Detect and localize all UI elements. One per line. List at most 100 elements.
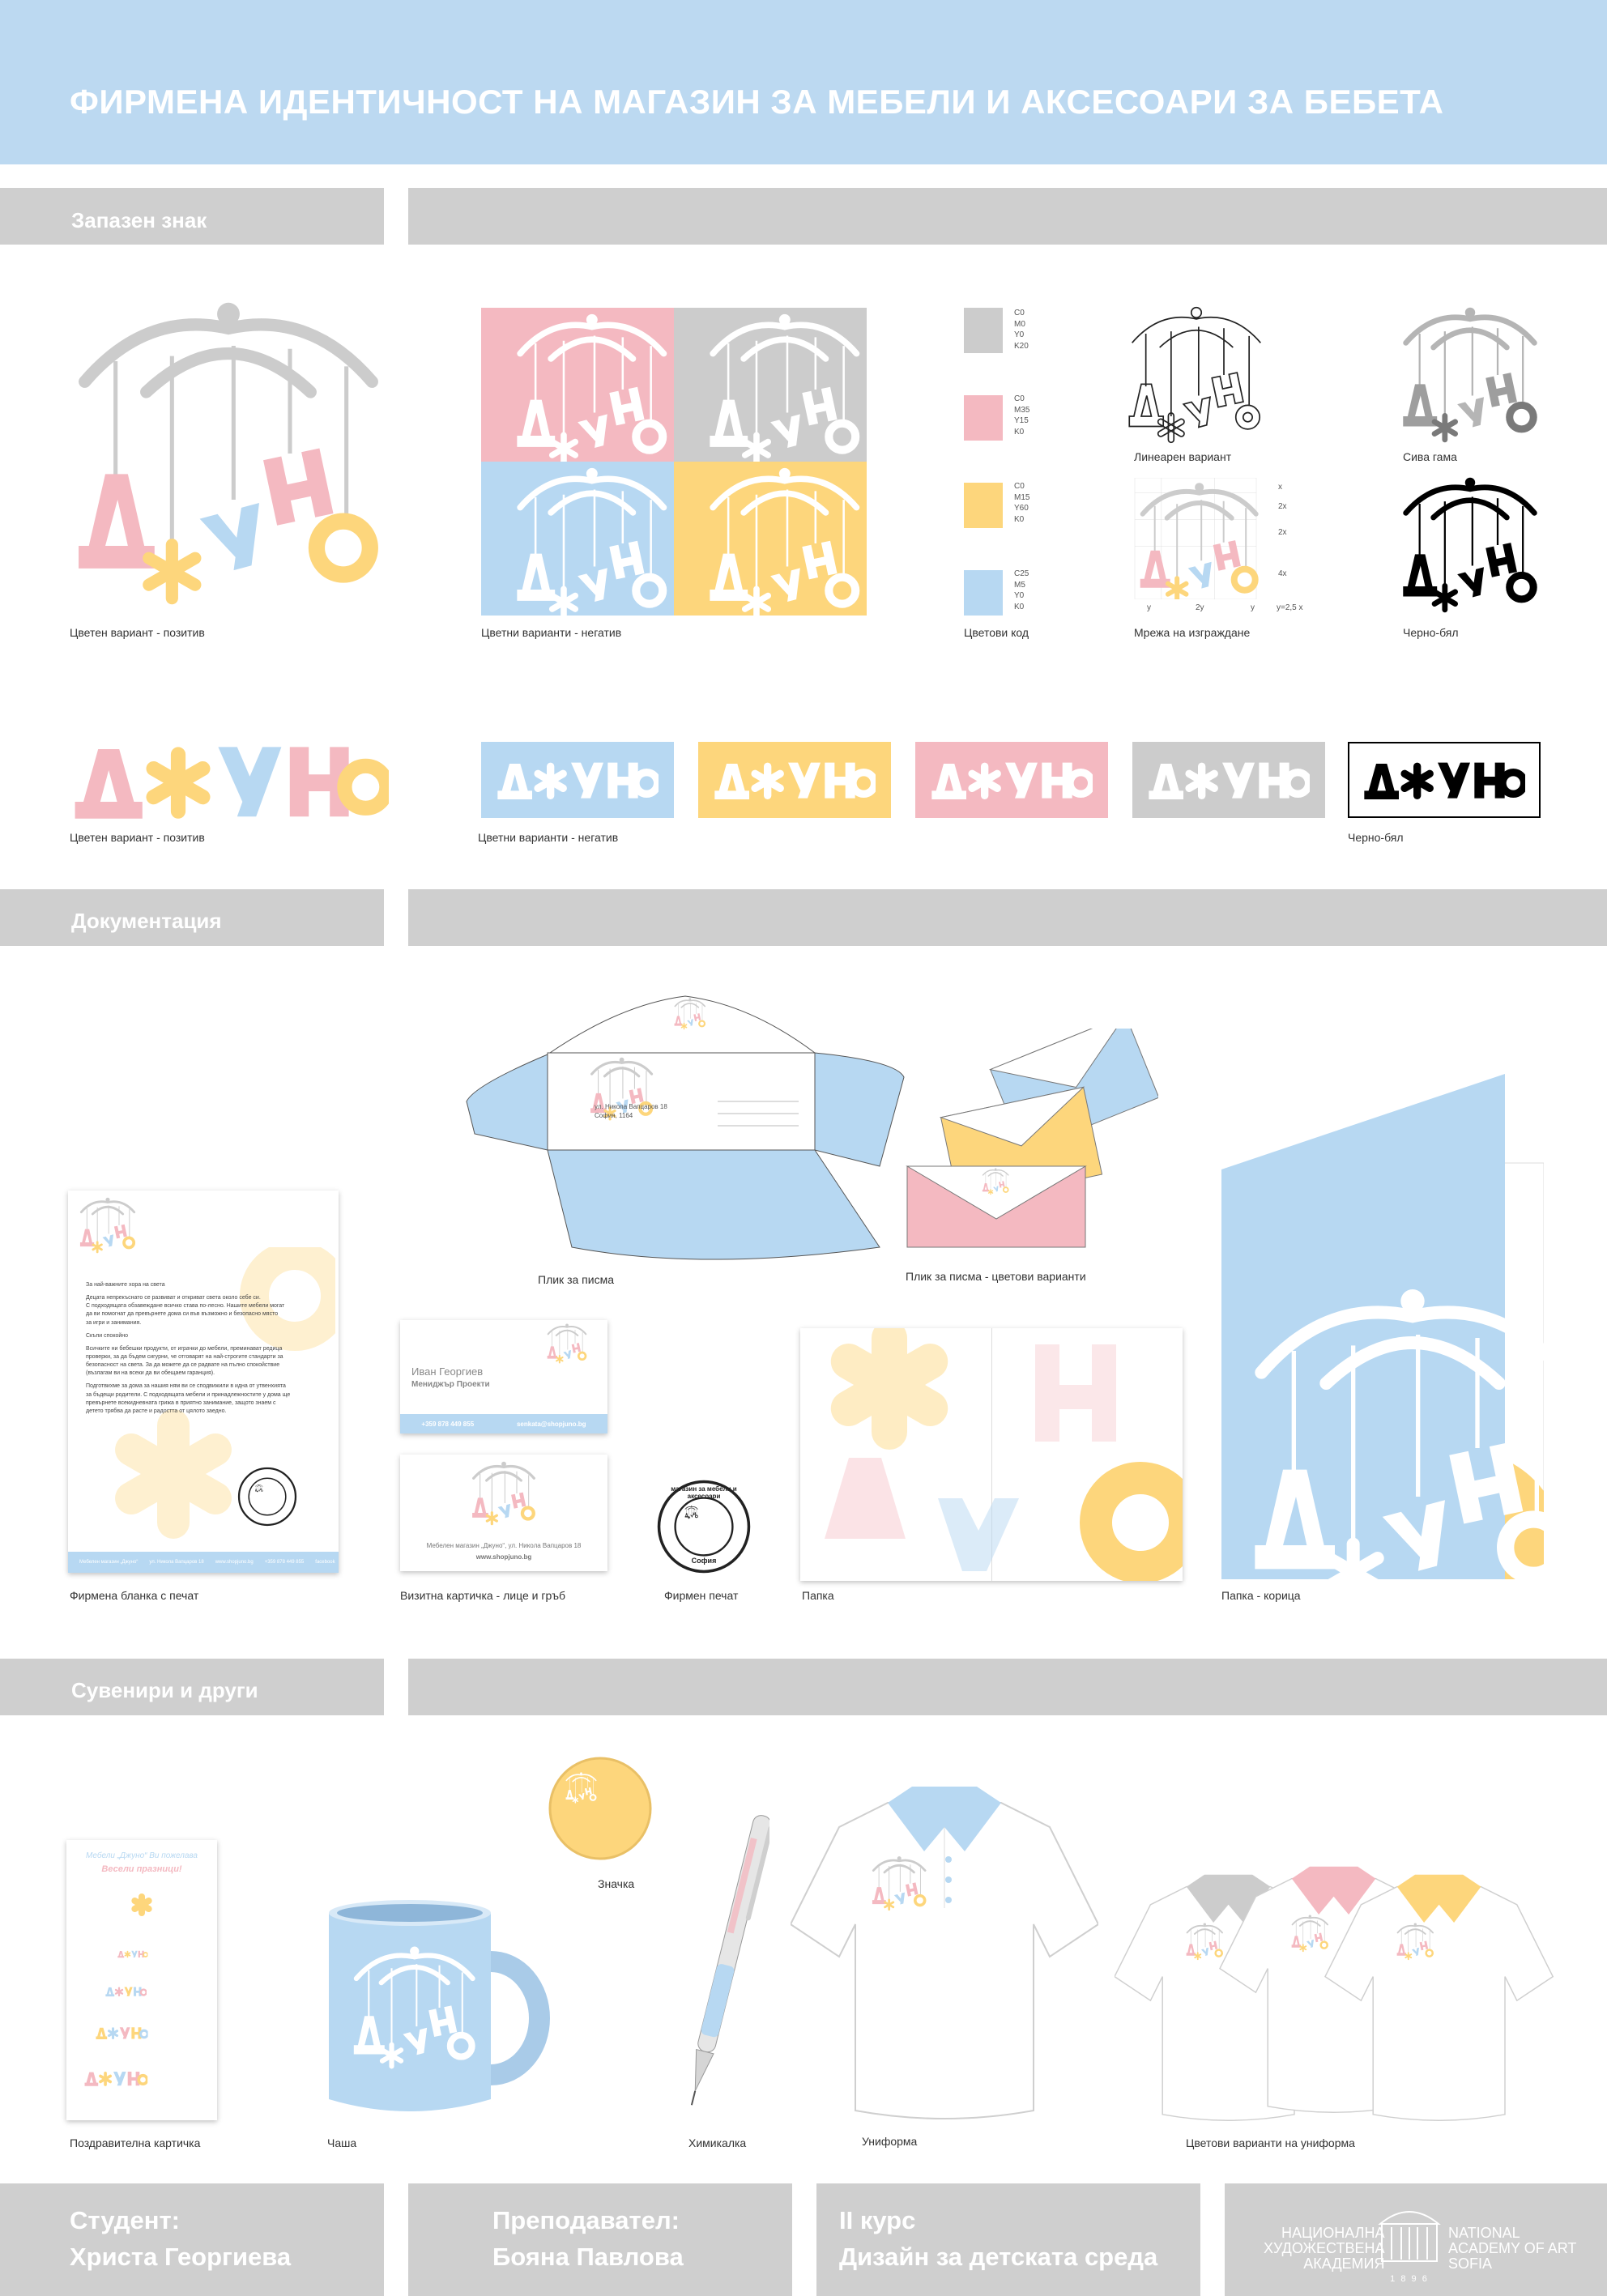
grid-label-x: x xyxy=(1278,483,1282,492)
badge xyxy=(548,1757,652,1860)
caption-wordmark-negative: Цветни варианти - негатив xyxy=(478,831,619,844)
swatch-pink-code: C0 M35 Y15 K0 xyxy=(1014,394,1030,437)
letterhead: За най-важните хора на света Децата непр… xyxy=(68,1191,339,1573)
logo-negative-yellow xyxy=(674,462,867,616)
caption-color-code: Цветови код xyxy=(964,626,1029,639)
caption-uniform: Униформа xyxy=(862,2135,918,2148)
swatch-pink xyxy=(964,395,1003,441)
caption-linear: Линеарен вариант xyxy=(1134,450,1232,463)
folder-graphics xyxy=(825,1328,1183,1581)
logo-linear xyxy=(1128,306,1261,444)
wordmark-tile-yellow xyxy=(698,742,891,818)
page-title: ФИРМЕНА ИДЕНТИЧНОСТ НА МАГАЗИН ЗА МЕБЕЛИ… xyxy=(70,83,1444,121)
envelope-address: ул. Никола Вапцаров 18 София, 1164 xyxy=(595,1103,667,1119)
caption-envelope: Плик за писма xyxy=(538,1273,614,1286)
business-card-back: Мебелен магазин „Джуно“, ул. Никола Вапц… xyxy=(400,1455,607,1571)
section-title-souvenirs: Сувенири и други xyxy=(71,1678,258,1702)
section-bar-souvenirs-ext xyxy=(408,1659,1607,1715)
caption-envelope-colors: Плик за писма - цветови варианти xyxy=(906,1270,1086,1283)
caption-color-negative: Цветни варианти - негатив xyxy=(481,626,622,639)
swatch-yellow xyxy=(964,483,1003,528)
logo-negative-gray xyxy=(674,308,867,462)
caption-stamp: Фирмен печат xyxy=(664,1589,739,1602)
caption-greeting-card: Поздравителна картичка xyxy=(70,2136,201,2149)
card-logo xyxy=(535,1323,599,1364)
negative-tile-yellow xyxy=(674,462,867,616)
logo-grayscale xyxy=(1401,306,1539,444)
wordmark-tile-bw xyxy=(1348,742,1541,818)
swatch-gray-code: C0 M0 Y0 K20 xyxy=(1014,309,1029,351)
card-contact-bar: +359 878 449 855 senkata@shopjuno.bg xyxy=(400,1414,607,1433)
negative-tile-pink xyxy=(481,308,674,462)
caption-pen: Химикалка xyxy=(688,2136,747,2149)
folder-cover xyxy=(1221,1074,1544,1579)
caption-folder: Папка xyxy=(802,1589,834,1602)
wordmark-negative-blue xyxy=(497,758,659,802)
letterhead-logo xyxy=(79,1197,136,1254)
wordmark-tile-pink xyxy=(915,742,1108,818)
logo-color-positive xyxy=(66,300,390,607)
wordmark-tile-gray xyxy=(1132,742,1325,818)
section-bar-trademark-ext xyxy=(408,188,1607,245)
card-address: Мебелен магазин „Джуно“, ул. Никола Вапц… xyxy=(426,1542,582,1549)
grid-label-2x-a: 2x xyxy=(1278,502,1287,511)
negative-tile-gray xyxy=(674,308,867,462)
logo-black-white xyxy=(1401,476,1539,614)
card-back-logo xyxy=(471,1461,536,1526)
grid-label-4x: 4x xyxy=(1278,569,1287,578)
card-name: Иван Георгиев xyxy=(411,1365,484,1378)
card-role: Мениджър Проекти xyxy=(411,1380,490,1389)
swatch-yellow-code: C0 M15 Y60 K0 xyxy=(1014,482,1030,524)
grid-label-2x-b: 2x xyxy=(1278,528,1287,537)
letter-text: За най-важните хора на света Децата непр… xyxy=(86,1282,291,1414)
pen xyxy=(690,1815,769,2106)
stamp-ring-text: магазин за мебели и аксесоари xyxy=(671,1485,737,1500)
academy-building-icon xyxy=(1378,2211,1441,2262)
swatch-blue xyxy=(964,570,1003,616)
grid-label-y: y xyxy=(1147,603,1151,612)
negative-tile-blue xyxy=(481,462,674,616)
greeting-line2: Весели празници! xyxy=(101,1864,182,1874)
caption-grayscale: Сива гама xyxy=(1403,450,1457,463)
caption-grid: Мрежа на изграждане xyxy=(1134,626,1251,639)
swatch-blue-code: C25 M5 Y0 K0 xyxy=(1014,569,1029,611)
wordmark-tile-blue xyxy=(481,742,674,818)
caption-wordmark-positive: Цветен вариант - позитив xyxy=(70,831,205,844)
greeting-tree xyxy=(73,1893,152,2115)
logo-negative-pink xyxy=(481,308,674,462)
wordmark-black-white xyxy=(1363,758,1525,802)
logo-grid xyxy=(1134,478,1257,599)
letterhead-footer: Мебелен магазин „Джуно“ ул. Никола Вапцар… xyxy=(68,1552,339,1573)
section-title-documentation: Документация xyxy=(71,909,222,933)
logo-negative-blue xyxy=(481,462,674,616)
uniform-color-variants xyxy=(1115,1866,1554,2121)
stamp-city: София xyxy=(691,1557,717,1565)
envelope-template xyxy=(466,995,905,1260)
academy-name-bg: НАЦИОНАЛНА ХУДОЖЕСТВЕНА АКАДЕМИЯ xyxy=(1264,2225,1385,2272)
wordmark-negative-yellow xyxy=(714,758,876,802)
academy-year: 1 8 9 6 xyxy=(1390,2274,1429,2284)
caption-color-positive: Цветен вариант - позитив xyxy=(70,626,205,639)
greeting-line1: Мебели „Джуно“ Ви пожелава xyxy=(86,1851,198,1860)
card-web: www.shopjuno.bg xyxy=(475,1553,532,1561)
wordmark-negative-gray xyxy=(1148,758,1310,802)
section-bar-documentation-ext xyxy=(408,889,1607,946)
footer-teacher: Преподавател: Бояна Павлова xyxy=(492,2206,684,2271)
grid-label-y2: y xyxy=(1251,603,1255,612)
greeting-card: Мебели „Джуно“ Ви пожелава Весели празни… xyxy=(66,1840,217,2120)
folder-open xyxy=(800,1328,1183,1581)
caption-mug: Чаша xyxy=(327,2136,357,2149)
caption-uniform-colors: Цветови варианти на униформа xyxy=(1186,2136,1355,2149)
swatch-gray xyxy=(964,308,1003,353)
academy-name-en: NATIONAL ACADEMY OF ART SOFIA xyxy=(1448,2225,1577,2272)
footer-student: Студент: Христа Георгиева xyxy=(70,2206,292,2271)
letterhead-stamp xyxy=(237,1467,297,1527)
business-card-front: Иван Георгиев Мениджър Проекти +359 878 … xyxy=(400,1320,607,1433)
wordmark-color-positive xyxy=(73,739,389,823)
caption-letterhead: Фирмена бланка с печат xyxy=(70,1589,199,1602)
section-title-trademark: Запазен знак xyxy=(71,208,207,232)
caption-badge: Значка xyxy=(598,1877,635,1890)
caption-business-card: Визитна картичка - лице и гръб xyxy=(400,1589,565,1602)
uniform xyxy=(791,1787,1098,2119)
caption-folder-cover: Папка - корица xyxy=(1221,1589,1301,1602)
